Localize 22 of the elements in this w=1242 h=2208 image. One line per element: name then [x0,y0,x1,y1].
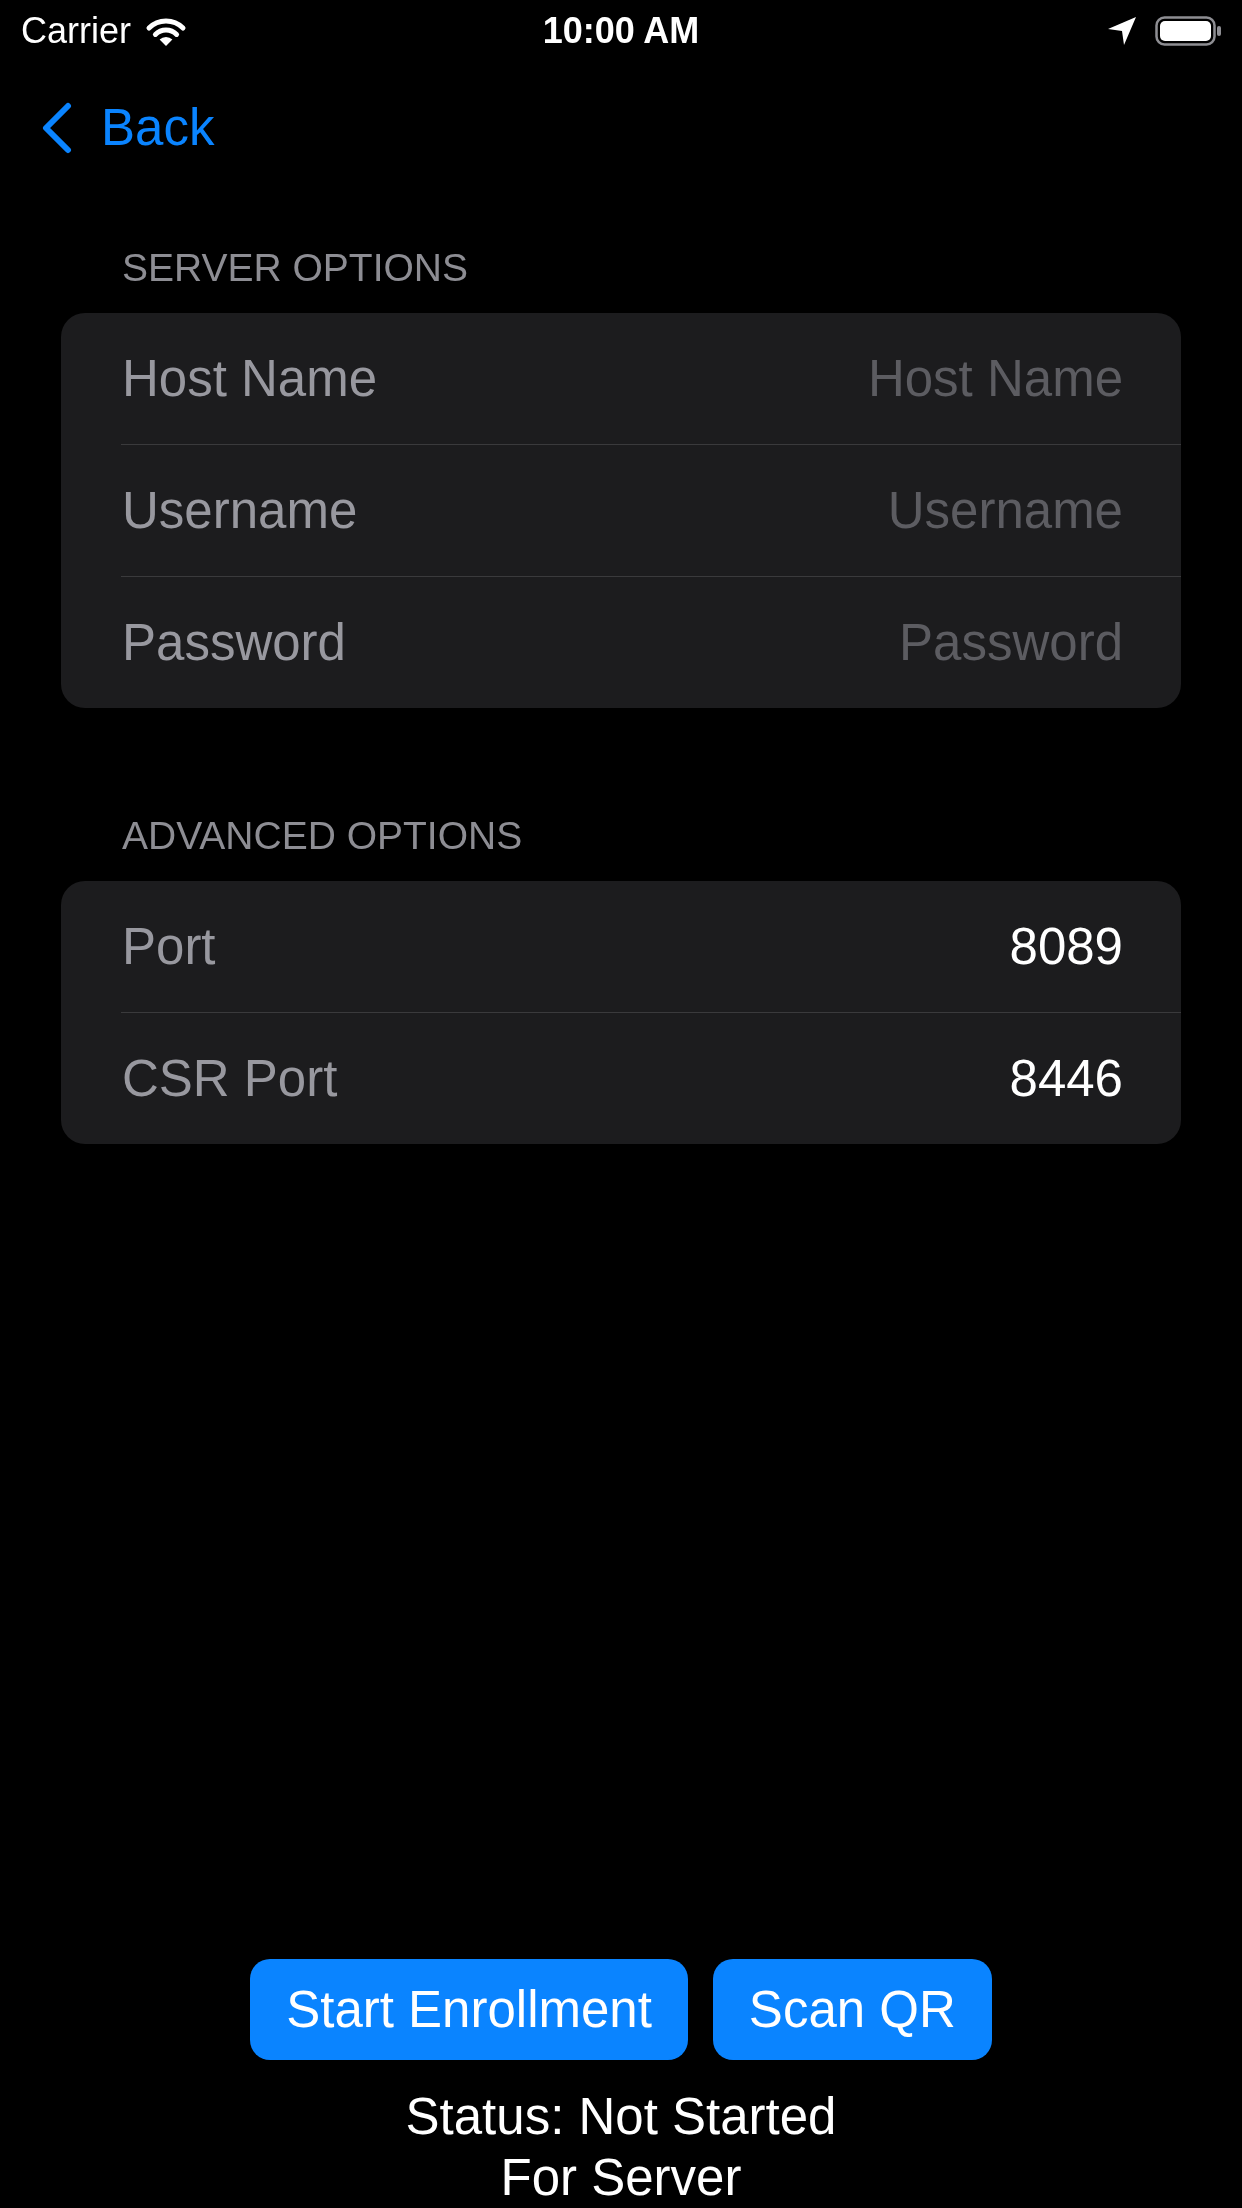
text-field[interactable]: Password [899,612,1123,673]
field-label: Username [122,480,358,541]
text-field[interactable]: Host Name [867,348,1123,409]
battery-icon [1155,16,1221,46]
clock-time: 10:00 AM [542,10,700,52]
section-header: SERVER OPTIONS [122,246,469,289]
field-label: CSR Port [122,1048,338,1109]
text-field[interactable]: Username [887,480,1123,541]
action-button[interactable]: Start Enrollment [250,1959,688,2060]
status-text: Status: Not Started For Server [404,2087,838,2208]
text-field[interactable]: 8089 [1009,916,1123,977]
section-header: ADVANCED OPTIONS [122,814,523,857]
field-label: Port [122,916,216,977]
back-button[interactable]: Back [40,98,215,158]
text-field[interactable]: 8446 [1009,1048,1123,1109]
action-button[interactable]: Scan QR [712,1959,992,2060]
field-label: Host Name [122,348,378,409]
field-label: Password [122,612,346,673]
wifi-icon [145,15,187,47]
chevron-left-icon [40,102,73,154]
carrier-label: Carrier [21,10,131,52]
location-arrow-icon [1107,16,1137,46]
